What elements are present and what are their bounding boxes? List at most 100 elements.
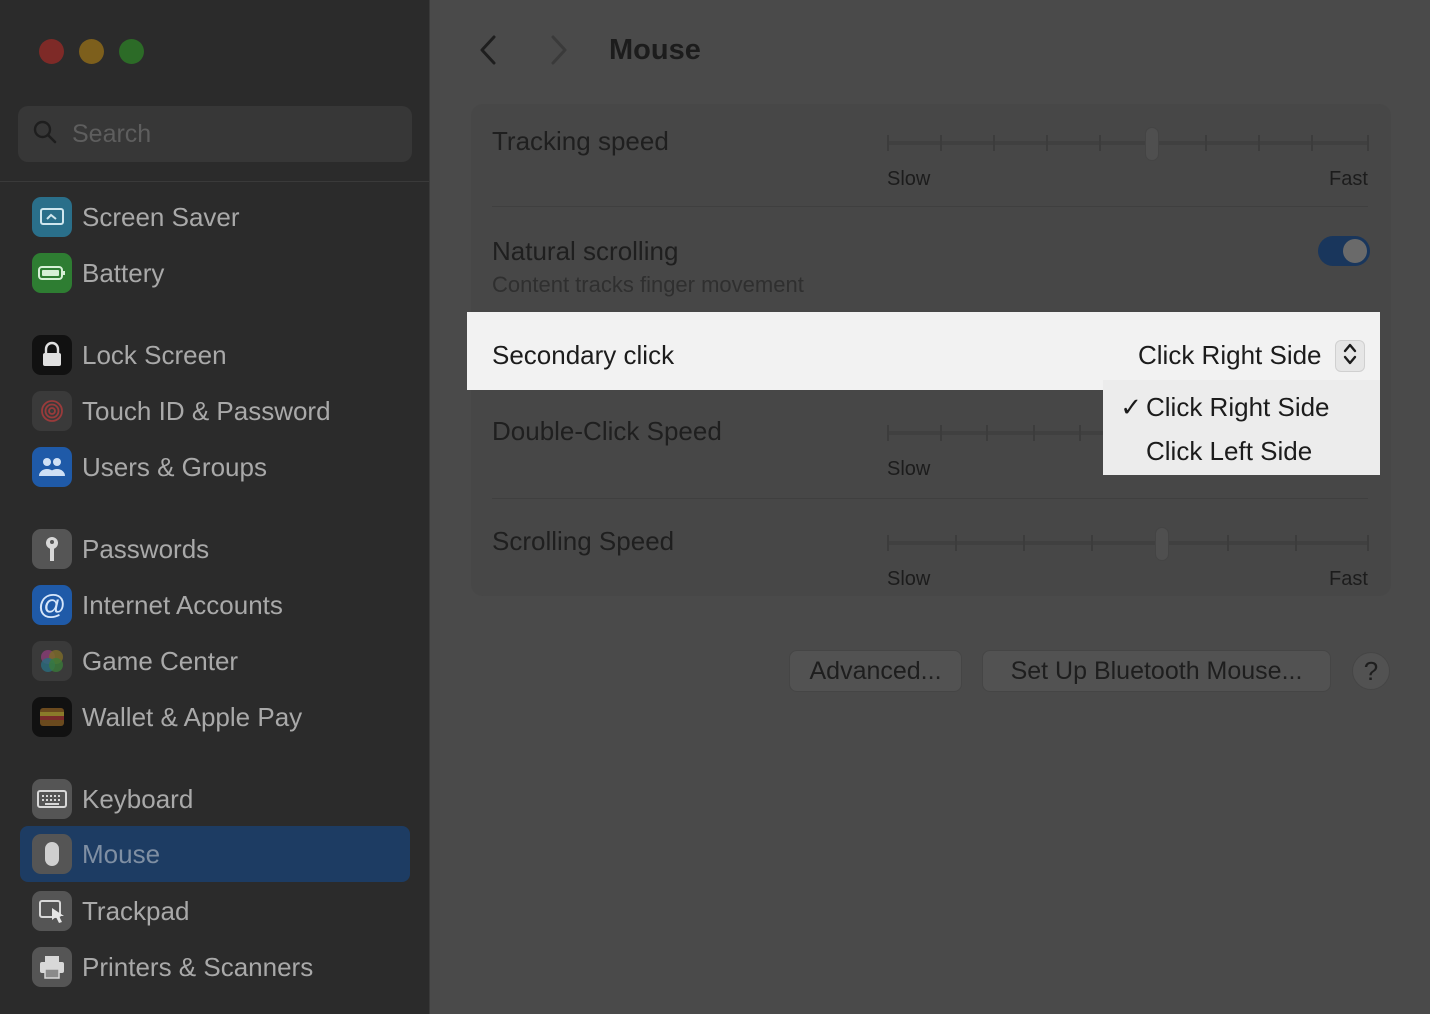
sidebar-item-label: Internet Accounts [82,589,283,620]
back-button[interactable] [473,34,503,71]
secondary-click-popup[interactable]: Click Right Side [1138,340,1322,371]
natural-scrolling-label: Natural scrolling [492,236,679,266]
users-icon [32,447,72,487]
scrolling-slow-label: Slow [887,568,931,590]
slider-tick [887,535,889,551]
sidebar-item-printers[interactable]: Printers & Scanners [20,939,410,995]
checkmark-icon: ✓ [1120,391,1142,422]
secondary-click-row: Secondary click Click Right Side [467,312,1380,390]
menu-item-click-right-side[interactable]: ✓ Click Right Side [1103,385,1380,429]
sidebar-item-wallet[interactable]: Wallet & Apple Pay [20,689,410,745]
sidebar-item-label: Touch ID & Password [82,395,331,426]
sidebar-item-label: Game Center [82,645,239,676]
slider-tick [1046,135,1048,151]
zoom-window-button[interactable] [119,39,144,64]
tracking-fast-label: Fast [1329,168,1368,190]
row-separator [492,206,1368,207]
advanced-button[interactable]: Advanced... [789,650,962,692]
sidebar-item-label: Users & Groups [82,451,267,482]
fingerprint-icon [32,391,72,431]
key-icon [32,529,72,569]
sidebar-item-lock-screen[interactable]: Lock Screen [20,327,410,383]
forward-button[interactable] [544,34,574,71]
sidebar-item-battery[interactable]: Battery [20,245,410,301]
minimize-window-button[interactable] [79,39,104,64]
screen-saver-icon [32,197,72,237]
sidebar-item-label: Lock Screen [82,339,227,370]
menu-item-click-left-side[interactable]: Click Left Side [1103,429,1380,473]
chevron-left-icon [478,34,498,71]
sidebar-item-mouse[interactable]: Mouse [20,826,410,882]
slider-tick [986,425,988,441]
keyboard-icon [32,779,72,819]
bluetooth-mouse-button[interactable]: Set Up Bluetooth Mouse... [982,650,1331,692]
sidebar-item-label: Wallet & Apple Pay [82,701,303,732]
natural-scrolling-sublabel: Content tracks finger movement [492,272,804,297]
natural-scrolling-toggle[interactable] [1318,236,1370,266]
slider-tick [1205,135,1207,151]
slider-knob[interactable] [1154,527,1169,561]
sidebar-item-label: Printers & Scanners [82,951,314,982]
sidebar-item-users-groups[interactable]: Users & Groups [20,439,410,495]
lock-icon [32,335,72,375]
slider-tick [1091,535,1093,551]
mouse-icon [32,834,72,874]
toggle-knob [1343,239,1367,263]
wallet-icon [32,697,72,737]
chevron-up-down-icon [1342,341,1358,372]
help-button[interactable]: ? [1352,652,1390,690]
slider-tick [1079,425,1081,441]
sidebar-item-internet-accounts[interactable]: @ Internet Accounts [20,577,410,633]
slider-tick [1295,535,1297,551]
sidebar-item-screen-saver[interactable]: Screen Saver [20,189,410,245]
menu-item-label: Click Right Side [1146,391,1330,422]
scrolling-fast-label: Fast [1329,568,1368,590]
slider-tick [955,535,957,551]
sidebar-item-label: Mouse [82,838,161,869]
tracking-slow-label: Slow [887,168,931,190]
double-click-slow-label: Slow [887,458,931,480]
sidebar-item-label: Keyboard [82,783,194,814]
double-click-speed-label: Double-Click Speed [492,416,722,446]
search-icon [32,119,58,150]
sidebar: Search Screen Saver Battery Lock Screen … [0,0,430,1014]
slider-tick [1367,135,1369,151]
slider-tick [887,425,889,441]
printer-icon [32,947,72,987]
scrolling-speed-slider[interactable] [887,527,1369,561]
secondary-click-menu: ✓ Click Right Side Click Left Side [1103,380,1380,475]
main-content: Mouse Tracking speed Slow Fast Natural s… [431,0,1430,1014]
slider-tick [1099,135,1101,151]
menu-item-label: Click Left Side [1146,435,1313,466]
slider-tick [940,135,942,151]
sidebar-item-touch-id[interactable]: Touch ID & Password [20,383,410,439]
slider-tick [1258,135,1260,151]
row-separator [492,498,1368,499]
sidebar-item-keyboard[interactable]: Keyboard [20,771,410,827]
sidebar-divider [0,181,430,182]
scrolling-speed-label: Scrolling Speed [492,526,675,556]
sidebar-item-game-center[interactable]: Game Center [20,633,410,689]
sidebar-item-trackpad[interactable]: Trackpad [20,883,410,939]
page-title: Mouse [609,34,701,66]
slider-track [887,141,1369,145]
chevron-right-icon [549,34,569,71]
close-window-button[interactable] [39,39,64,64]
battery-icon [32,253,72,293]
search-field[interactable]: Search [18,106,412,162]
search-input[interactable]: Search [72,120,151,149]
sidebar-item-passwords[interactable]: Passwords [20,521,410,577]
window-controls [39,39,144,64]
sidebar-item-label: Trackpad [82,895,190,926]
tracking-speed-slider[interactable] [887,127,1369,161]
slider-tick [887,135,889,151]
slider-knob[interactable] [1145,127,1160,161]
slider-tick [1311,135,1313,151]
popup-stepper[interactable] [1335,340,1365,372]
slider-tick [940,425,942,441]
sidebar-item-label: Screen Saver [82,201,240,232]
slider-tick [1033,425,1035,441]
trackpad-icon [32,891,72,931]
slider-tick [1023,535,1025,551]
at-icon: @ [32,585,72,625]
